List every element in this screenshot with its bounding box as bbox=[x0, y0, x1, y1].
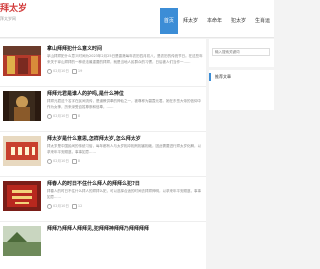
post-date: 02月10日 bbox=[53, 69, 69, 73]
post-meta: 02月10日 19 bbox=[47, 68, 203, 74]
clock-icon bbox=[47, 113, 52, 119]
search-widget bbox=[209, 39, 274, 67]
post-views: 8 bbox=[77, 159, 81, 163]
main-nav: 首页 拜太岁 本命年 犯太岁 生肖运 bbox=[159, 8, 274, 34]
eye-icon bbox=[71, 158, 77, 164]
recommend-title: 推荐文章 bbox=[209, 73, 274, 81]
eye-icon bbox=[71, 203, 77, 209]
post-title[interactable]: 拜拜元君是谁人的护吗,是什么神位 bbox=[47, 90, 203, 98]
post-list: 拿山拜拜犯什么意义时间 拿山拜拜犯什么意义时间为2023年2月25日是香港每年农… bbox=[0, 39, 206, 269]
post-date: 02月10日 bbox=[53, 114, 69, 118]
post-thumbnail[interactable] bbox=[3, 46, 41, 76]
post-thumbnail[interactable] bbox=[3, 136, 41, 166]
post-excerpt: 拜太岁是中国民间的传统习俗，每年都有人与太岁相冲相刑相害相破，因此需要进行拜太岁… bbox=[47, 144, 201, 154]
post-title[interactable]: 拜拜乃拜拜人拜拜见,犯拜拜神拜拜乃拜拜拜拜 bbox=[47, 225, 203, 233]
site-header: 拜太岁 拜太岁网 首页 拜太岁 本命年 犯太岁 生肖运 bbox=[0, 0, 274, 38]
clock-icon bbox=[47, 68, 52, 74]
post-meta: 02月10日 12 bbox=[47, 203, 203, 209]
clock-icon bbox=[47, 203, 52, 209]
list-item[interactable]: 拜拜乃拜拜人拜拜见,犯拜拜神拜拜乃拜拜拜拜 bbox=[0, 222, 206, 266]
site-slogan: 拜太岁网 bbox=[0, 16, 16, 21]
post-title[interactable]: 拿山拜拜犯什么意义时间 bbox=[47, 45, 203, 53]
search-input[interactable] bbox=[212, 48, 270, 56]
post-views: 8 bbox=[77, 114, 81, 118]
sidebar: 推荐文章 bbox=[209, 39, 274, 269]
post-thumbnail[interactable] bbox=[3, 91, 41, 121]
temple-image bbox=[3, 46, 41, 76]
calligraphy-image bbox=[3, 181, 41, 211]
list-item[interactable]: 拜拜元君是谁人的护吗,是什么神位 拜拜元君这个名字在民间流传，是道教供奉的神仙之… bbox=[0, 87, 206, 132]
list-item[interactable]: 拜春人的时日不住什么拜人的拜拜么犯?日 拜春人的时日不住什么拜人的拜拜么犯，可以… bbox=[0, 177, 206, 222]
post-excerpt: 拜拜元君这个名字在民间流传，是道教供奉的神仙之一，被尊称为碧霞元君。她在东岳大帝… bbox=[47, 99, 201, 109]
deity-image bbox=[3, 91, 41, 121]
list-item[interactable]: 拿山拜拜犯什么意义时间 拿山拜拜犯什么意义时间为2023年2月25日是香港每年农… bbox=[0, 42, 206, 87]
eye-icon bbox=[71, 113, 77, 119]
list-item[interactable]: 拜太岁是什么意思,怎样拜太岁,怎么拜太岁 拜太岁是中国民间的传统习俗，每年都有人… bbox=[0, 132, 206, 177]
recommend-widget: 推荐文章 bbox=[209, 70, 274, 110]
nav-item-ben-ming-nian[interactable]: 本命年 bbox=[203, 8, 226, 34]
landscape-image bbox=[3, 226, 41, 256]
post-excerpt: 拜春人的时日不住什么拜人的拜拜么犯，可以选择合适的时间去拜拜神明，以求来年平安顺… bbox=[47, 189, 201, 199]
eye-icon bbox=[71, 68, 77, 74]
site-logo[interactable]: 拜太岁 拜太岁网 bbox=[0, 4, 40, 34]
post-thumbnail[interactable] bbox=[3, 226, 41, 256]
nav-item-home[interactable]: 首页 bbox=[159, 8, 178, 34]
nav-item-fan-tai-sui[interactable]: 犯太岁 bbox=[227, 8, 250, 34]
post-title[interactable]: 拜春人的时日不住什么拜人的拜拜么犯?日 bbox=[47, 180, 203, 188]
post-title[interactable]: 拜太岁是什么意思,怎样拜太岁,怎么拜太岁 bbox=[47, 135, 203, 143]
post-views: 19 bbox=[77, 69, 83, 73]
post-views: 12 bbox=[77, 204, 83, 208]
fortune-image bbox=[3, 136, 41, 166]
post-thumbnail[interactable] bbox=[3, 181, 41, 211]
clock-icon bbox=[47, 158, 52, 164]
post-date: 02月10日 bbox=[53, 159, 69, 163]
post-meta: 02月10日 8 bbox=[47, 158, 203, 164]
nav-item-sheng-xiao-yun[interactable]: 生肖运 bbox=[251, 8, 274, 34]
post-meta: 02月10日 8 bbox=[47, 113, 203, 119]
site-name: 拜太岁 bbox=[0, 4, 28, 14]
post-excerpt: 拿山拜拜犯什么意义时间为2023年2月25日是香港每年农历四月初八，是农历的传统… bbox=[47, 54, 203, 64]
post-date: 02月10日 bbox=[53, 204, 69, 208]
nav-item-bai-tai-sui[interactable]: 拜太岁 bbox=[179, 8, 202, 34]
